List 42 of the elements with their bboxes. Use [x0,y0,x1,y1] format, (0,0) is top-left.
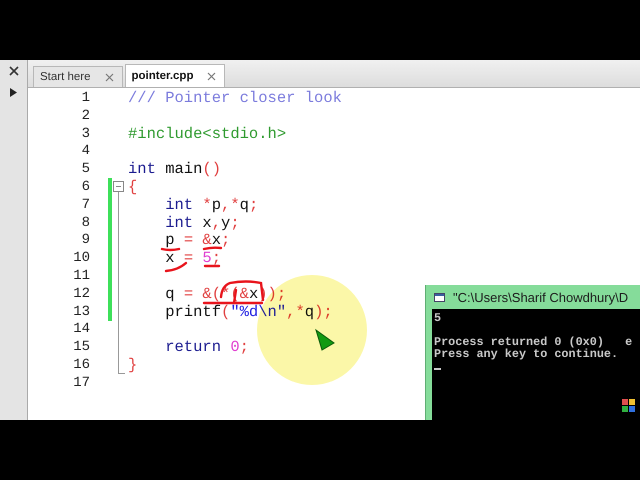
close-icon[interactable] [8,66,18,76]
code-line: printf("%d\n",*q); [164,302,333,321]
line-number: 7 [80,196,90,213]
close-icon[interactable] [207,72,216,80]
line-number: 14 [72,321,90,338]
line-number: 8 [80,214,90,231]
fold-minus-icon[interactable] [113,180,124,192]
editor-tab[interactable]: pointer.cpp [124,64,226,87]
console-icon [434,292,445,302]
line-number: 5 [80,161,90,178]
line-number: 16 [72,356,90,373]
line-number: 17 [72,374,90,391]
app-icon [622,399,635,412]
code-line: } [127,356,138,374]
line-number: 13 [72,304,90,320]
code-line: x = 5; [164,249,222,268]
line-number: 9 [80,232,90,248]
editor-tab[interactable]: Start here [33,66,122,87]
line-number: 1 [80,90,90,106]
text-cursor [434,368,441,370]
mouse-cursor-icon [315,328,335,351]
code-line: int x,y; [164,214,240,232]
line-number: 11 [72,268,90,284]
line-number: 12 [72,286,90,302]
line-number: 3 [80,126,90,142]
line-number: 2 [80,108,90,124]
console-output: Process returned 0 (0x0) e [434,336,634,348]
line-number: 4 [80,143,90,160]
arrow-right-icon[interactable] [10,88,17,97]
line-number: 10 [72,250,90,266]
line-number: 6 [80,178,90,195]
console-output: 5 [434,312,442,327]
console-title: "C:\Users\Sharif Chowdhury\D [453,290,628,304]
console-output: Press any key to continue. [434,348,620,360]
code-line: int main() [127,160,222,178]
line-number: 15 [72,339,90,356]
code-line: #include<stdio.h> [127,124,286,143]
code-line: p = &x; [164,231,230,250]
code-line: /// Pointer closer look [127,89,342,107]
code-line: int *p,*q; [164,196,258,214]
code-line: { [127,178,138,196]
code-line: return 0; [164,338,249,356]
